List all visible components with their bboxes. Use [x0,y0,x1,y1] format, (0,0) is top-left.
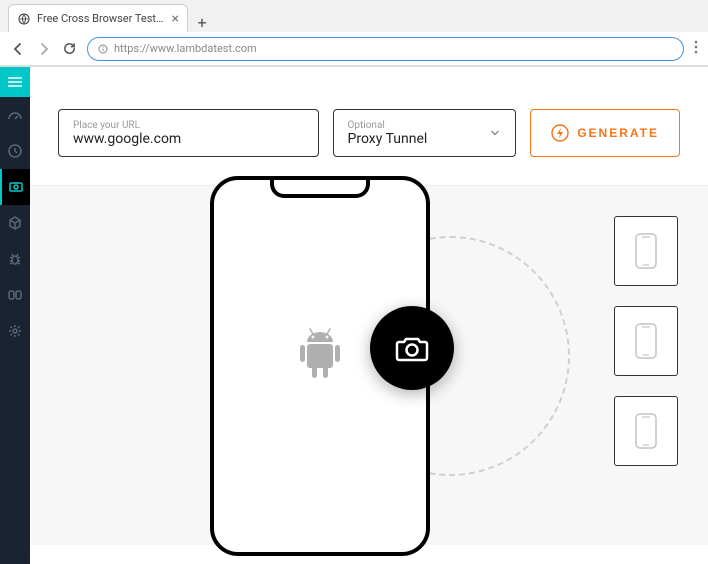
phone-icon [633,321,659,361]
phone-notch [270,180,370,198]
capture-button[interactable] [370,306,454,390]
browser-menu-icon[interactable] [694,39,698,58]
sidebar-item-integrations[interactable] [0,277,30,313]
generate-label: GENERATE [577,126,659,140]
browser-tab[interactable]: Free Cross Browser Testing Clou × [8,4,188,32]
phone-icon [633,411,659,451]
bug-icon [7,251,23,267]
new-tab-button[interactable]: + [188,13,216,32]
tab-title: Free Cross Browser Testing Clou [37,12,166,25]
chevron-down-icon [489,124,501,143]
gear-icon [7,323,23,339]
generate-button[interactable]: GENERATE [530,109,680,157]
proxy-label: Optional [348,120,428,131]
camera-icon [393,329,431,367]
clock-icon [7,143,23,159]
hamburger-menu[interactable] [0,67,30,97]
sidebar-item-settings[interactable] [0,313,30,349]
device-option-2[interactable] [614,306,678,376]
url-input[interactable]: Place your URL www.google.com [58,109,319,157]
address-url: https://www.lambdatest.com [114,42,257,55]
gauge-icon [7,107,23,123]
sidebar-item-bug[interactable] [0,241,30,277]
screenshot-icon [8,179,24,195]
reload-button[interactable] [62,41,77,56]
url-input-label: Place your URL [73,120,304,131]
device-option-1[interactable] [614,216,678,286]
proxy-value: Proxy Tunnel [348,131,428,147]
back-button[interactable] [10,41,26,57]
tab-favicon-icon [17,12,31,26]
preview-canvas [30,185,708,545]
device-option-3[interactable] [614,396,678,466]
sidebar-item-dashboard[interactable] [0,97,30,133]
sidebar [0,67,30,564]
url-input-value: www.google.com [73,131,304,147]
tab-close-icon[interactable]: × [172,11,179,27]
bolt-icon [551,124,569,142]
sidebar-item-box[interactable] [0,205,30,241]
android-icon [295,328,345,390]
phone-icon [633,231,659,271]
address-bar[interactable]: https://www.lambdatest.com [87,37,684,61]
sidebar-item-history[interactable] [0,133,30,169]
sidebar-item-screenshot[interactable] [0,169,30,205]
forward-button[interactable] [36,41,52,57]
cube-icon [7,215,23,231]
proxy-select[interactable]: Optional Proxy Tunnel [333,109,517,157]
link-icon [7,287,23,303]
info-icon [98,44,108,54]
